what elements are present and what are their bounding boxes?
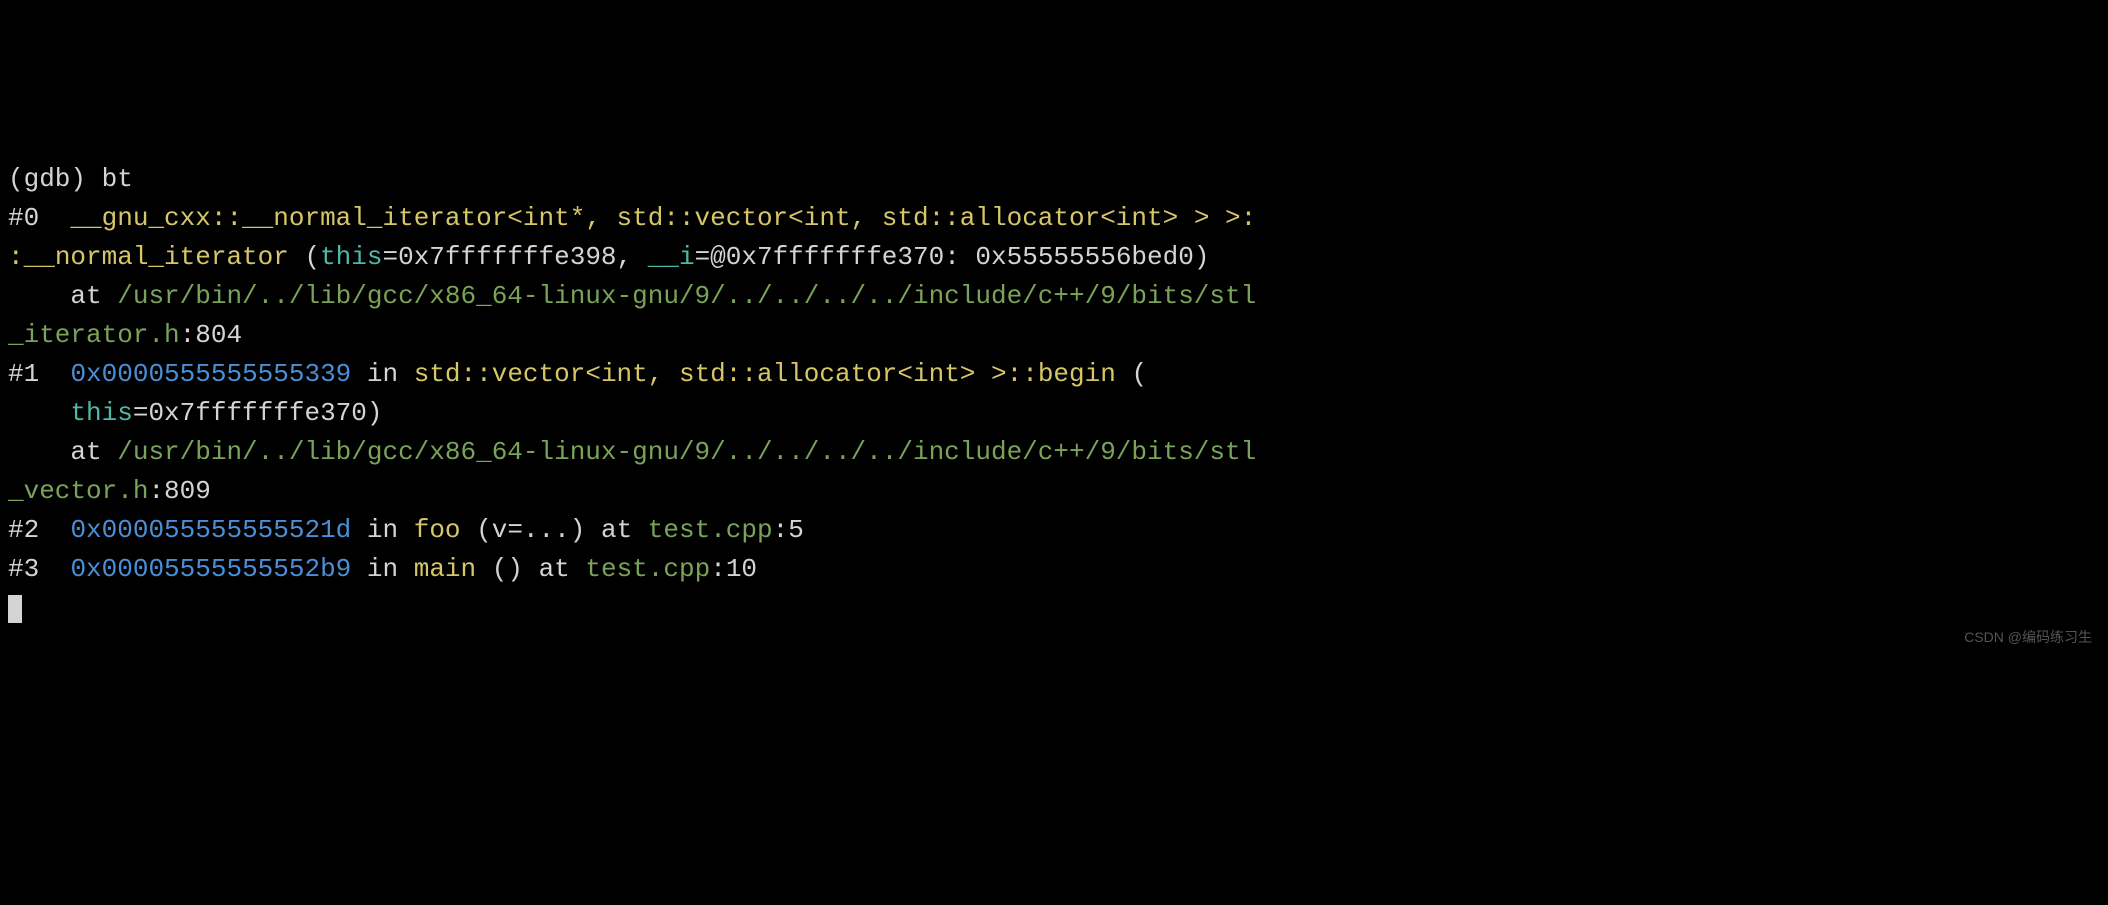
frame-ctor-name: __normal_iterator — [24, 242, 289, 272]
watermark: CSDN @编码练习生 — [1964, 627, 2092, 648]
at-keyword: at — [70, 281, 117, 311]
at-keyword: at — [70, 437, 117, 467]
source-path: /usr/bin/../lib/gcc/x86_64-linux-gnu/9/.… — [117, 437, 1256, 467]
source-path-cont: _iterator.h — [8, 320, 180, 350]
frame-function-cont: : — [8, 242, 24, 272]
line-number: 809 — [164, 476, 211, 506]
frame-address: 0x0000555555555339 — [70, 359, 351, 389]
frame-number: #1 — [8, 359, 39, 389]
source-path-cont: _vector.h — [8, 476, 148, 506]
frame-function: foo — [414, 515, 461, 545]
line-number: 10 — [726, 554, 757, 584]
frame-number: #3 — [8, 554, 39, 584]
terminal-cursor — [8, 595, 22, 623]
frame-number: #2 — [8, 515, 39, 545]
param-this: this — [320, 242, 382, 272]
frame-address: 0x000055555555521d — [70, 515, 351, 545]
frame-address: 0x00005555555552b9 — [70, 554, 351, 584]
gdb-prompt: (gdb) — [8, 164, 102, 194]
line-number: 804 — [195, 320, 242, 350]
at-keyword: at — [539, 554, 586, 584]
frame-function: main — [414, 554, 476, 584]
source-path: test.cpp — [648, 515, 773, 545]
frame-number: #0 — [8, 203, 39, 233]
param-i: __i — [648, 242, 695, 272]
line-number: 5 — [788, 515, 804, 545]
frame-function: std::vector<int, std::allocator<int> >::… — [414, 359, 1116, 389]
frame-function: __gnu_cxx::__normal_iterator<int*, std::… — [70, 203, 1256, 233]
at-keyword: at — [601, 515, 648, 545]
terminal-output: (gdb) bt #0 __gnu_cxx::__normal_iterator… — [8, 160, 2100, 628]
source-path: /usr/bin/../lib/gcc/x86_64-linux-gnu/9/.… — [117, 281, 1256, 311]
source-path: test.cpp — [585, 554, 710, 584]
gdb-command: bt — [102, 164, 133, 194]
param-this: this — [70, 398, 132, 428]
